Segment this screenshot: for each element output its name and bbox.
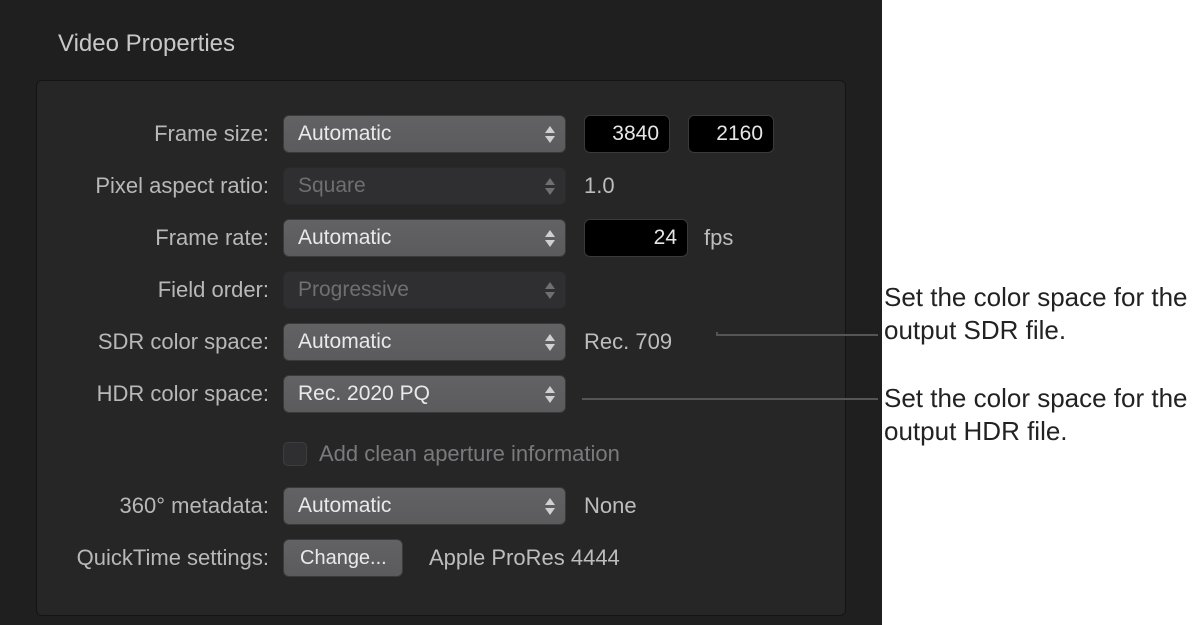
sdr-color-space-popup-value: Automatic <box>298 330 391 354</box>
sdr-color-space-readout: Rec. 709 <box>584 329 672 355</box>
pixel-aspect-label: Pixel aspect ratio: <box>57 173 283 199</box>
frame-rate-value: 24 <box>654 226 677 250</box>
callout-sdr: Set the color space for the output SDR f… <box>884 281 1194 346</box>
frame-height-value: 2160 <box>716 122 763 146</box>
stepper-icon <box>543 495 557 517</box>
stepper-icon <box>543 331 557 353</box>
hdr-color-space-popup-value: Rec. 2020 PQ <box>298 382 430 406</box>
row-clean-aperture: Add clean aperture information <box>57 435 819 473</box>
frame-size-popup[interactable]: Automatic <box>283 115 566 153</box>
quicktime-change-button[interactable]: Change... <box>283 539 403 577</box>
quicktime-codec-readout: Apple ProRes 4444 <box>429 545 620 571</box>
frame-rate-unit: fps <box>704 225 733 251</box>
row-pixel-aspect: Pixel aspect ratio: Square 1.0 <box>57 167 819 205</box>
stepper-icon <box>543 227 557 249</box>
metadata-360-readout: None <box>584 493 637 519</box>
frame-width-value: 3840 <box>612 122 659 146</box>
section-title-video-properties: Video Properties <box>58 30 882 58</box>
frame-rate-label: Frame rate: <box>57 225 283 251</box>
clean-aperture-label: Add clean aperture information <box>319 441 620 467</box>
metadata-360-popup-value: Automatic <box>298 494 391 518</box>
frame-rate-popup[interactable]: Automatic <box>283 219 566 257</box>
stepper-icon <box>543 123 557 145</box>
pixel-aspect-readout: 1.0 <box>584 173 615 199</box>
pixel-aspect-popup: Square <box>283 167 566 205</box>
frame-rate-field[interactable]: 24 <box>584 219 688 257</box>
frame-size-label: Frame size: <box>57 121 283 147</box>
row-360-metadata: 360° metadata: Automatic None <box>57 487 819 525</box>
stepper-icon <box>543 175 557 197</box>
row-sdr-color-space: SDR color space: Automatic Rec. 709 <box>57 323 819 361</box>
field-order-popup: Progressive <box>283 271 566 309</box>
field-order-label: Field order: <box>57 277 283 303</box>
pixel-aspect-popup-value: Square <box>298 174 366 198</box>
stepper-icon <box>543 383 557 405</box>
frame-size-popup-value: Automatic <box>298 122 391 146</box>
row-quicktime-settings: QuickTime settings: Change... Apple ProR… <box>57 539 819 577</box>
callout-hdr: Set the color space for the output HDR f… <box>884 382 1194 447</box>
frame-height-field[interactable]: 2160 <box>688 115 774 153</box>
sdr-color-space-popup[interactable]: Automatic <box>283 323 566 361</box>
frame-rate-popup-value: Automatic <box>298 226 391 250</box>
hdr-color-space-popup[interactable]: Rec. 2020 PQ <box>283 375 566 413</box>
row-hdr-color-space: HDR color space: Rec. 2020 PQ <box>57 375 819 413</box>
video-properties-panel: Video Properties Frame size: Automatic 3… <box>0 0 882 625</box>
hdr-color-space-label: HDR color space: <box>57 381 283 407</box>
row-frame-size: Frame size: Automatic 3840 2160 <box>57 115 819 153</box>
stepper-icon <box>543 279 557 301</box>
frame-width-field[interactable]: 3840 <box>584 115 670 153</box>
row-frame-rate: Frame rate: Automatic 24 fps <box>57 219 819 257</box>
quicktime-change-button-label: Change... <box>300 547 387 570</box>
quicktime-label: QuickTime settings: <box>57 545 283 571</box>
row-field-order: Field order: Progressive <box>57 271 819 309</box>
video-properties-group: Frame size: Automatic 3840 2160 Pixel as… <box>36 80 846 616</box>
metadata-360-label: 360° metadata: <box>57 493 283 519</box>
clean-aperture-checkbox[interactable] <box>283 442 307 466</box>
field-order-popup-value: Progressive <box>298 278 409 302</box>
metadata-360-popup[interactable]: Automatic <box>283 487 566 525</box>
sdr-color-space-label: SDR color space: <box>57 329 283 355</box>
